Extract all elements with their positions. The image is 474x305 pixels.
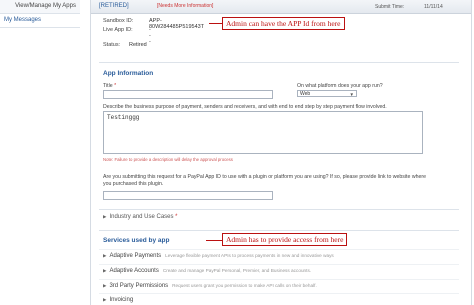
- platform-label: On what platform does your app run?: [297, 83, 383, 89]
- triangle-right-icon: ▶: [103, 283, 107, 288]
- describe-textarea[interactable]: Testinggg: [103, 111, 423, 154]
- plugin-website-input[interactable]: [103, 191, 273, 200]
- status-row: Status: Retired: [103, 42, 147, 48]
- title-label: Title *: [103, 83, 117, 89]
- chevron-down-icon: ▼: [349, 92, 354, 97]
- triangle-right-icon: ▶: [103, 268, 107, 273]
- sidebar: View/Manage My Apps My Messages: [0, 0, 80, 305]
- triangle-right-icon: ▶: [103, 214, 107, 219]
- access-callout: Admin has to provide access from here: [222, 233, 348, 246]
- service-adaptive-accounts[interactable]: ▶ Adaptive Accounts Create and manage PayP…: [103, 268, 311, 274]
- divider: [99, 230, 459, 231]
- service-adaptive-payments[interactable]: ▶ Adaptive Payments Leverage flexible paym…: [103, 253, 334, 259]
- divider: [99, 264, 459, 265]
- submit-time-label: Submit Time:: [375, 3, 405, 10]
- industry-use-cases-toggle[interactable]: ▶ Industry and Use Cases *: [103, 214, 178, 220]
- sandbox-id-label: Sandbox ID:: [103, 18, 134, 24]
- app-information-heading: App Information: [103, 70, 154, 77]
- triangle-right-icon: ▶: [103, 297, 107, 302]
- sandbox-id-row: Sandbox ID: APP-80W284485P519543T: [103, 18, 204, 30]
- callout-arrow: [206, 240, 222, 241]
- app-status-bar: [RETIRED] [Needs More Information] Submi…: [91, 0, 471, 14]
- triangle-right-icon: ▶: [103, 253, 107, 258]
- app-id-callout: Admin can have the APP Id from here: [222, 17, 345, 30]
- platform-selected-value: Web: [300, 91, 311, 97]
- status-value: Retired: [129, 42, 147, 48]
- services-heading: Services used by app: [103, 237, 170, 244]
- sandbox-id-value: APP-80W284485P519543T: [149, 18, 205, 30]
- live-id-label: Live App ID:: [103, 27, 133, 33]
- divider: [99, 62, 459, 63]
- callout-arrow: [209, 23, 223, 24]
- describe-label: Describe the business purpose of payment…: [103, 104, 387, 110]
- app-details-panel: [RETIRED] [Needs More Information] Submi…: [90, 0, 472, 305]
- submit-time-value: 11/11/14: [424, 3, 443, 10]
- title-input[interactable]: [103, 90, 273, 99]
- needs-info-link[interactable]: [Needs More Information]: [157, 3, 213, 9]
- platform-select[interactable]: Web ▼: [297, 90, 357, 97]
- divider: [99, 249, 459, 250]
- plugin-question: Are you submitting this request for a Pa…: [103, 174, 426, 187]
- sidebar-item-manage-apps[interactable]: View/Manage My Apps: [0, 0, 80, 14]
- live-id-value: ---: [149, 27, 151, 45]
- sidebar-item-messages[interactable]: My Messages: [0, 14, 80, 28]
- service-3rd-party-permissions[interactable]: ▶ 3rd Party Permissions Request users gran…: [103, 283, 317, 289]
- live-id-row: Live App ID: ---: [103, 27, 151, 45]
- service-invoicing[interactable]: ▶ Invoicing: [103, 297, 133, 303]
- divider: [99, 293, 459, 294]
- status-label: Status:: [103, 42, 121, 48]
- divider: [99, 279, 459, 280]
- status-badge: [RETIRED]: [99, 3, 129, 9]
- describe-note: Note: Failure to provide a description w…: [103, 157, 233, 162]
- divider: [99, 209, 459, 210]
